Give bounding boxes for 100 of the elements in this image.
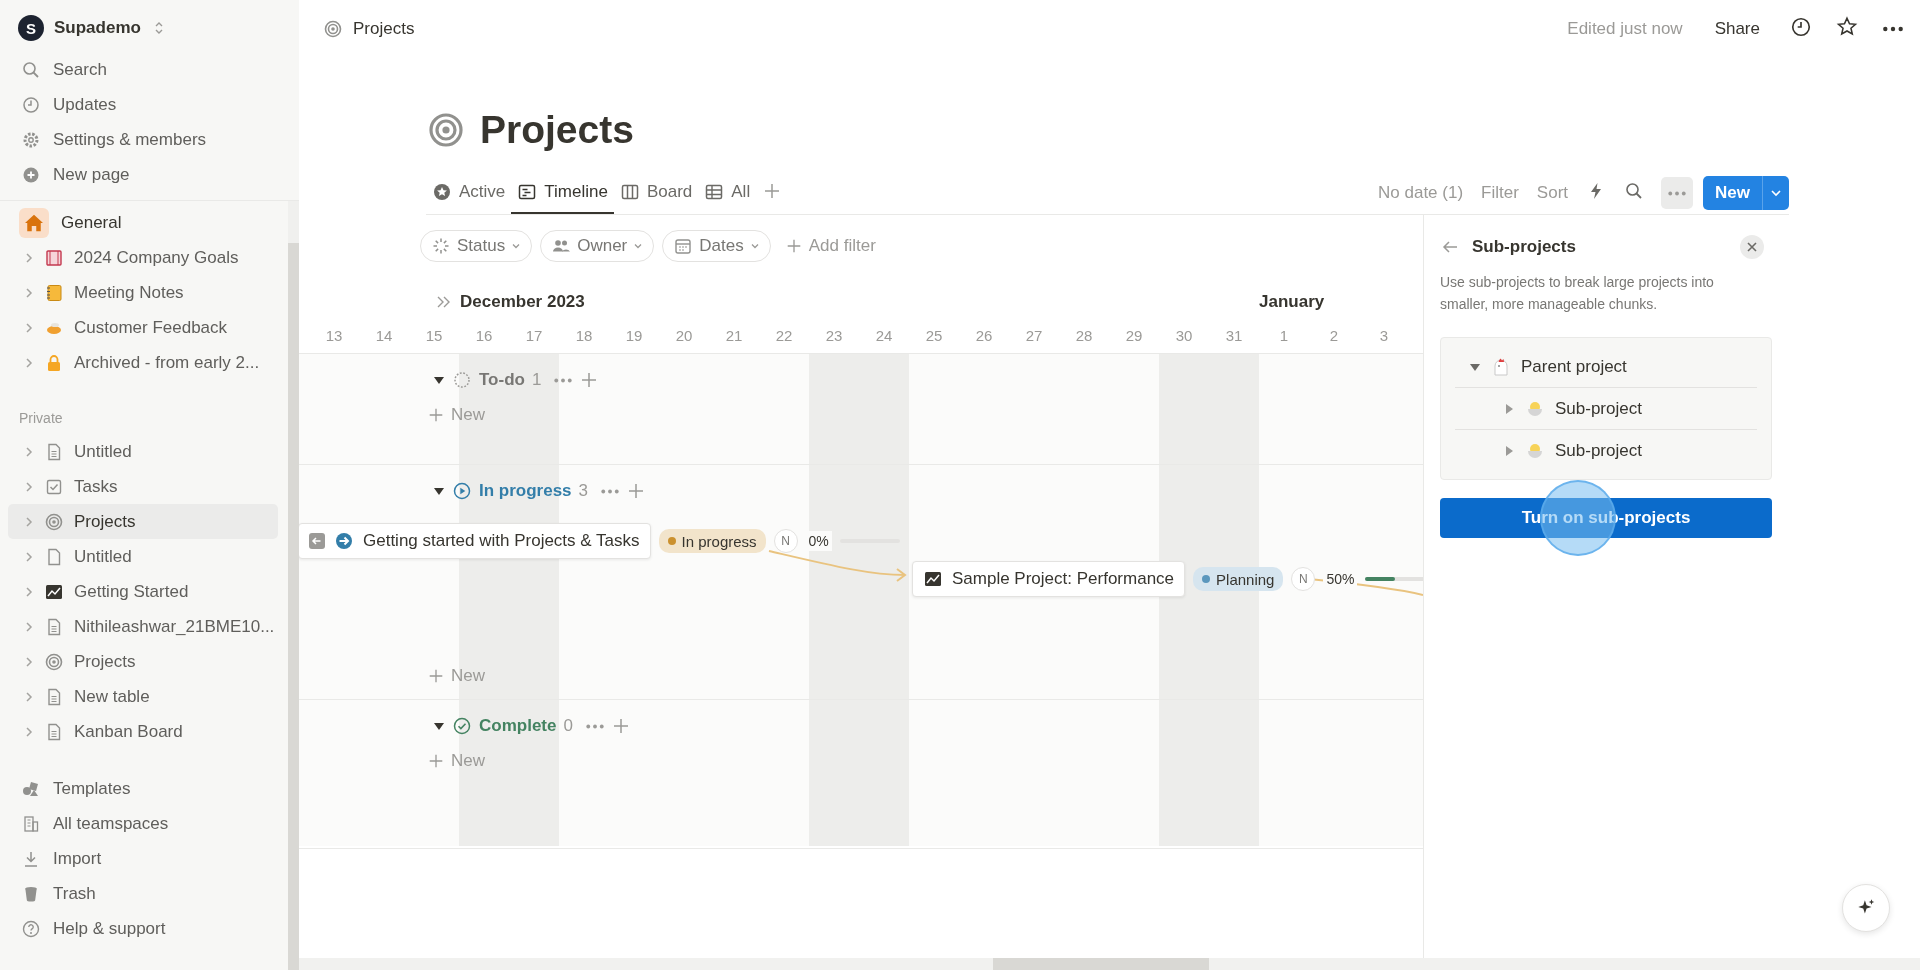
day-label: 31 [1224, 326, 1244, 344]
sidebar-item[interactable]: Archived - from early 2... [8, 345, 278, 380]
star-icon[interactable] [1836, 15, 1858, 38]
timeline-bar[interactable]: Getting started with Projects & Tasks [299, 523, 651, 559]
sidebar-item[interactable]: Search [0, 52, 299, 87]
month-label: December 2023 [460, 292, 585, 312]
scrollbar[interactable] [288, 243, 299, 970]
workspace-name[interactable]: Supademo [54, 18, 141, 38]
view-tab[interactable]: Board [613, 172, 699, 214]
new-button[interactable]: New [1703, 176, 1789, 210]
day-label: 20 [674, 326, 694, 344]
group-label[interactable]: Complete [479, 716, 557, 736]
day-label: 17 [524, 326, 544, 344]
group-count: 3 [578, 481, 589, 501]
help-icon [21, 918, 41, 939]
sidebar-item[interactable]: Untitled [8, 539, 278, 574]
day-label: 23 [824, 326, 844, 344]
target-icon [323, 19, 343, 39]
month-label: January [1259, 292, 1325, 312]
close-button[interactable] [1740, 235, 1764, 259]
day-label: 29 [1124, 326, 1144, 344]
status-badge: Planning [1193, 567, 1284, 591]
arrow-circle-icon [334, 531, 354, 551]
sidebar-item[interactable]: 2024 Company Goals [8, 240, 278, 275]
sidebar-item[interactable]: All teamspaces [0, 806, 288, 841]
tree-label: Sub-project [1555, 398, 1642, 419]
sidebar-item[interactable]: Projects [8, 504, 278, 539]
sidebar-item[interactable]: Updates [0, 87, 299, 122]
day-label: 27 [1024, 326, 1044, 344]
triangle-icon[interactable] [433, 485, 445, 497]
sidebar-item[interactable]: Templates [0, 771, 288, 806]
view-tab[interactable]: Active [426, 172, 512, 214]
more-button[interactable] [1661, 177, 1694, 209]
day-label: 14 [374, 326, 394, 344]
edited-status: Edited just now [1567, 19, 1683, 39]
item-title: Getting started with Projects & Tasks [363, 531, 640, 551]
group-count: 0 [563, 716, 573, 736]
dashed-circle-icon [452, 370, 472, 390]
day-label: 18 [574, 326, 594, 344]
chicken-icon [1491, 356, 1511, 377]
sidebar-item[interactable]: Import [0, 841, 288, 876]
timeline-bar[interactable]: Sample Project: Performance [912, 561, 1186, 597]
timeline-icon [517, 182, 538, 202]
group-label[interactable]: In progress [479, 481, 572, 501]
sidebar-item[interactable]: Projects [8, 644, 278, 679]
sidebar-item[interactable]: Customer Feedback [8, 310, 278, 345]
page-title: Projects [480, 108, 634, 152]
notebook-icon [44, 282, 64, 303]
scrollbar[interactable] [993, 958, 1209, 970]
triangle-icon[interactable] [433, 720, 445, 732]
workspace-avatar[interactable]: S [18, 15, 44, 41]
day-label: 19 [624, 326, 644, 344]
triangle-icon[interactable] [433, 374, 445, 386]
ai-button[interactable] [1842, 884, 1890, 932]
target-icon [44, 511, 64, 532]
sidebar-item[interactable]: Help & support [0, 911, 288, 946]
day-label: 24 [874, 326, 894, 344]
chart-icon [923, 569, 943, 589]
close-icon [1746, 241, 1758, 253]
loader-icon [431, 236, 451, 256]
sidebar-item[interactable]: Getting Started [8, 574, 278, 609]
target-icon [44, 651, 64, 672]
sidebar-item[interactable]: Untitled [8, 434, 278, 469]
day-label: 1 [1278, 326, 1290, 344]
tree-label: Sub-project [1555, 440, 1642, 461]
owner-avatar: N [1291, 567, 1316, 591]
sidebar-item[interactable]: Kanban Board [8, 714, 278, 749]
sidebar-item[interactable]: Meeting Notes [8, 275, 278, 310]
sidebar-item[interactable]: New table [8, 679, 278, 714]
group-count: 1 [531, 370, 542, 390]
target-icon [426, 110, 466, 150]
view-tab[interactable]: All [698, 172, 757, 214]
teamspace-item[interactable]: General [0, 205, 288, 240]
sidebar-item[interactable]: New page [0, 157, 299, 192]
plus-icon [427, 406, 445, 424]
sidebar-item[interactable]: Trash [0, 876, 288, 911]
plus-icon [427, 752, 445, 770]
caret-icon [749, 241, 760, 251]
plus-icon [427, 667, 445, 685]
day-label: 21 [724, 326, 744, 344]
table-icon [704, 182, 725, 202]
caret-icon [633, 241, 644, 251]
tree-label: Parent project [1521, 356, 1627, 377]
group-label[interactable]: To-do [479, 370, 525, 390]
day-label: 30 [1174, 326, 1194, 344]
sidebar-item[interactable]: Settings & members [0, 122, 299, 157]
view-tab[interactable]: Timeline [511, 172, 614, 214]
breadcrumb[interactable]: Projects [353, 19, 415, 39]
search-icon [21, 59, 41, 80]
day-label: 22 [774, 326, 794, 344]
share-link[interactable]: Share [1714, 19, 1760, 39]
sidebar-item[interactable]: Nithileashwar_21BME10... [8, 609, 278, 644]
sidebar-item[interactable]: Tasks [8, 469, 278, 504]
turn-on-button[interactable]: Turn on sub-projects [1440, 498, 1772, 538]
board-icon [619, 182, 640, 202]
building-icon [21, 813, 41, 834]
clock-icon[interactable] [1790, 15, 1812, 38]
more-icon [1668, 190, 1687, 196]
day-label: 28 [1074, 326, 1094, 344]
day-label: 16 [474, 326, 494, 344]
